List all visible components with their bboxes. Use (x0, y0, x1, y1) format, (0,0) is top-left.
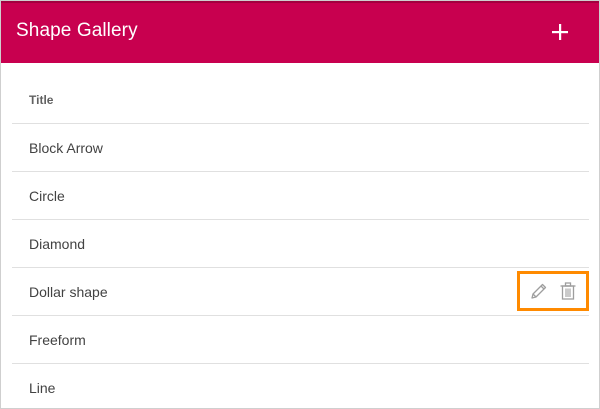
list-item-label: Dollar shape (29, 284, 108, 300)
list-item[interactable]: Line (12, 364, 589, 408)
list-item-label: Circle (29, 188, 65, 204)
delete-button[interactable] (557, 280, 579, 302)
row-actions-highlight (517, 271, 589, 311)
list-item[interactable]: Diamond (12, 220, 589, 268)
shape-list: Title Block Arrow Circle Diamond Dollar … (12, 63, 589, 408)
list-item[interactable]: Freeform (12, 316, 589, 364)
edit-button[interactable] (528, 280, 550, 302)
pencil-icon (530, 283, 546, 299)
list-item-hovered[interactable]: Dollar shape (12, 268, 589, 316)
list-item-label: Block Arrow (29, 140, 103, 156)
list-item-label: Line (29, 380, 56, 396)
page-title: Shape Gallery (16, 20, 138, 41)
shape-gallery-panel: Shape Gallery Title Block Arrow Circle D… (0, 0, 600, 409)
add-shape-button[interactable] (545, 17, 575, 47)
column-header: Title (12, 63, 589, 124)
list-item[interactable]: Block Arrow (12, 124, 589, 172)
trash-icon (560, 282, 575, 300)
column-header-title: Title (29, 93, 54, 107)
plus-icon (552, 24, 568, 40)
header-bar: Shape Gallery (1, 1, 599, 63)
list-item-label: Freeform (29, 332, 86, 348)
list-item-label: Diamond (29, 236, 86, 252)
list-item[interactable]: Circle (12, 172, 589, 220)
